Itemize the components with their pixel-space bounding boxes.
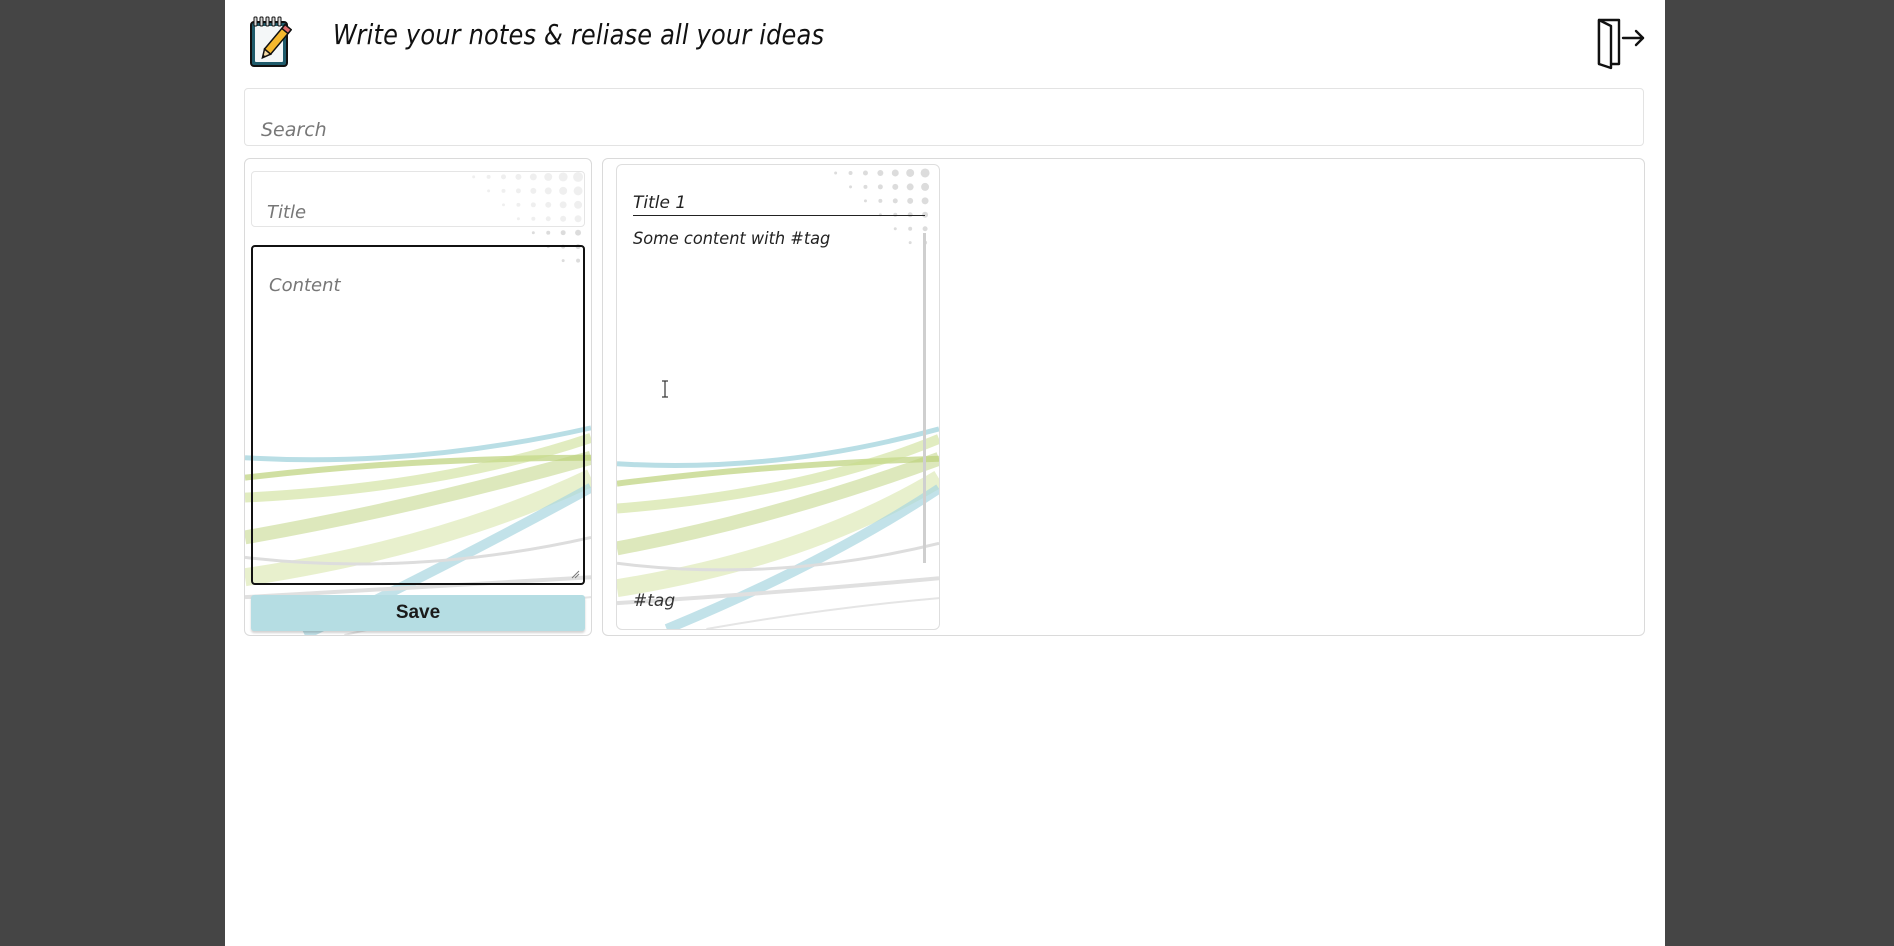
header: Write your notes & reliase all your idea…: [225, 0, 1665, 84]
notepad-pencil-icon: [250, 16, 292, 67]
note-tag[interactable]: #tag: [633, 591, 675, 611]
app-window: Write your notes & reliase all your idea…: [225, 0, 1665, 946]
search-bar: [244, 88, 1644, 146]
note-scrollbar[interactable]: [923, 233, 926, 563]
app-tagline: Write your notes & reliase all your idea…: [333, 18, 825, 51]
note-content: Some content with #tag: [633, 229, 831, 249]
notes-list-panel: Title 1 Some content with #tag #tag: [602, 158, 1645, 636]
note-editor-panel: Save: [244, 158, 592, 636]
note-title-input[interactable]: [251, 171, 585, 227]
logout-door-icon[interactable]: [1593, 14, 1649, 70]
note-card[interactable]: Title 1 Some content with #tag #tag: [616, 164, 940, 630]
resize-handle-icon[interactable]: [570, 569, 580, 579]
save-button[interactable]: Save: [251, 595, 585, 631]
note-content-textarea[interactable]: [251, 245, 585, 585]
search-input[interactable]: [245, 89, 1643, 145]
note-title: Title 1: [633, 193, 925, 216]
